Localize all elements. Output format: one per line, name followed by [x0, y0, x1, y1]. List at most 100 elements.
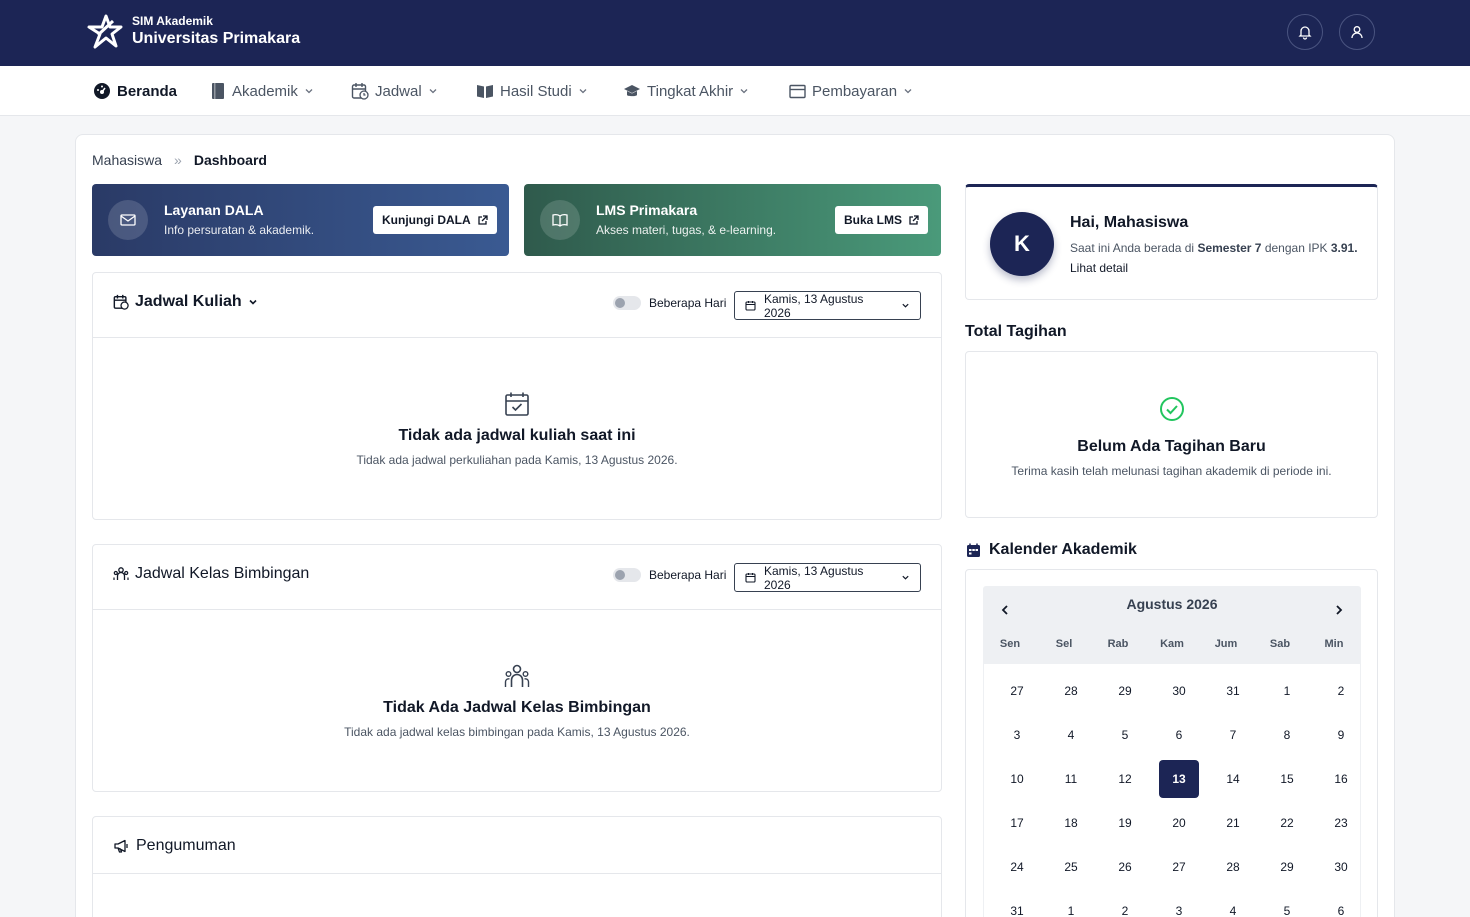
- notification-button[interactable]: [1287, 14, 1323, 50]
- calendar-day[interactable]: 5: [1105, 716, 1145, 754]
- breadcrumb-separator: »: [174, 152, 182, 168]
- calendar-day[interactable]: 10: [997, 760, 1037, 798]
- calendar-day[interactable]: 3: [997, 716, 1037, 754]
- calendar-day[interactable]: 20: [1159, 804, 1199, 842]
- nav-tingkat-akhir[interactable]: Tingkat Akhir: [623, 66, 749, 116]
- calendar-header: Agustus 2026 Sen Sel Rab Kam Jum Sab Min: [983, 586, 1361, 664]
- users-group-icon: [504, 664, 530, 687]
- calendar-day[interactable]: 31: [1213, 672, 1253, 710]
- calendar-day[interactable]: 30: [1321, 848, 1361, 886]
- calendar-dow-sen: Sen: [999, 638, 1021, 650]
- calendar-day[interactable]: 9: [1321, 716, 1361, 754]
- calendar-day[interactable]: 18: [1051, 804, 1091, 842]
- nav-akademik[interactable]: Akademik: [210, 66, 314, 116]
- banner-title: LMS Primakara: [596, 202, 698, 218]
- semester-value: Semester 7: [1197, 241, 1262, 255]
- calendar-day[interactable]: 14: [1213, 760, 1253, 798]
- calendar-day[interactable]: 17: [997, 804, 1037, 842]
- calendar-day[interactable]: 27: [1159, 848, 1199, 886]
- calendar-day[interactable]: 4: [1213, 892, 1253, 917]
- empty-state: Tidak Ada Jadwal Kelas Bimbingan Tidak a…: [93, 611, 941, 739]
- calendar-dow-sel: Sel: [1055, 638, 1073, 650]
- nav-hasil-studi[interactable]: Hasil Studi: [476, 66, 588, 116]
- calendar-clock-icon: [113, 294, 129, 310]
- calendar-day[interactable]: 11: [1051, 760, 1091, 798]
- banner-title: Layanan DALA: [164, 202, 264, 218]
- calendar-day[interactable]: 29: [1267, 848, 1307, 886]
- calendar-day[interactable]: 6: [1159, 716, 1199, 754]
- empty-title: Tidak ada jadwal kuliah saat ini: [398, 427, 636, 444]
- avatar: K: [990, 212, 1054, 276]
- lihat-detail-link[interactable]: Lihat detail: [1070, 261, 1128, 275]
- dashboard-icon: [94, 83, 110, 99]
- calendar-day[interactable]: 28: [1213, 848, 1253, 886]
- breadcrumb: Mahasiswa » Dashboard: [92, 152, 267, 168]
- section-title: Pengumuman: [136, 837, 236, 854]
- nav-pembayaran[interactable]: Pembayaran: [789, 66, 913, 116]
- section-title: Jadwal Kelas Bimbingan: [135, 565, 310, 582]
- calendar-day[interactable]: 31: [997, 892, 1037, 917]
- calendar-day[interactable]: 26: [1105, 848, 1145, 886]
- jadwal-kuliah-dropdown[interactable]: Jadwal Kuliah: [113, 293, 258, 311]
- calendar-day[interactable]: 21: [1213, 804, 1253, 842]
- beberapa-hari-toggle[interactable]: [613, 568, 641, 582]
- calendar-day[interactable]: 22: [1267, 804, 1307, 842]
- calendar-day[interactable]: 2: [1321, 672, 1361, 710]
- calendar-day[interactable]: 1: [1267, 672, 1307, 710]
- chevron-right-icon[interactable]: [1333, 604, 1345, 616]
- nav-beranda[interactable]: Beranda: [93, 66, 177, 116]
- calendar-day[interactable]: 6: [1321, 892, 1361, 917]
- chevron-down-icon: [249, 299, 257, 305]
- calendar-day[interactable]: 25: [1051, 848, 1091, 886]
- calendar-day[interactable]: 29: [1105, 672, 1145, 710]
- calendar-day[interactable]: 19: [1105, 804, 1145, 842]
- breadcrumb-parent[interactable]: Mahasiswa: [92, 152, 162, 168]
- calendar-grid: 27 28 29 30 31 1 2 3 4 5 6 7 8 9 10 11 12 13 14 15 16 17 18 19 2…: [983, 664, 1361, 917]
- book-open-icon: [552, 214, 568, 227]
- calendar-day[interactable]: 3: [1159, 892, 1199, 917]
- calendar-day[interactable]: 15: [1267, 760, 1307, 798]
- banner-subtitle: Akses materi, tugas, & e-learning.: [596, 223, 777, 237]
- calendar-day-selected[interactable]: 13: [1159, 760, 1199, 798]
- kalender-heading: Kalender Akademik: [966, 541, 1137, 559]
- profile-button[interactable]: [1339, 14, 1375, 50]
- date-picker[interactable]: Kamis, 13 Agustus 2026: [734, 563, 921, 592]
- calendar-day[interactable]: 1: [1051, 892, 1091, 917]
- chevron-down-icon: [429, 89, 437, 94]
- kunjungi-dala-button[interactable]: Kunjungi DALA: [373, 206, 497, 234]
- calendar-day[interactable]: 16: [1321, 760, 1361, 798]
- date-picker[interactable]: Kamis, 13 Agustus 2026: [734, 291, 921, 320]
- calendar-day[interactable]: 2: [1105, 892, 1145, 917]
- breadcrumb-current: Dashboard: [193, 152, 267, 168]
- open-book-icon: [477, 85, 493, 98]
- buka-lms-button[interactable]: Buka LMS: [835, 206, 929, 234]
- total-tagihan-heading: Total Tagihan: [965, 323, 1067, 340]
- calendar-day[interactable]: 28: [1051, 672, 1091, 710]
- calendar-day[interactable]: 23: [1321, 804, 1361, 842]
- calendar-dow-min: Min: [1324, 638, 1344, 650]
- calendar-day[interactable]: 24: [997, 848, 1037, 886]
- calendar-day[interactable]: 12: [1105, 760, 1145, 798]
- selected-date: Kamis, 13 Agustus 2026: [764, 291, 864, 320]
- tagihan-subtitle: Terima kasih telah melunasi tagihan akad…: [1011, 464, 1332, 478]
- brand-subtitle: SIM Akademik: [132, 14, 213, 28]
- chevron-down-icon: [579, 89, 587, 94]
- jadwal-kuliah-card: Jadwal Kuliah Beberapa Hari Kamis, 13 Ag…: [92, 272, 942, 520]
- graduation-cap-icon: [624, 85, 640, 97]
- calendar-day[interactable]: 8: [1267, 716, 1307, 754]
- calendar-day[interactable]: 4: [1051, 716, 1091, 754]
- calendar-dow-kam: Kam: [1160, 638, 1184, 650]
- beberapa-hari-toggle[interactable]: [613, 296, 641, 310]
- profile-description: Saat ini Anda berada di Semester 7 denga…: [1070, 241, 1358, 275]
- wallet-icon: [789, 84, 806, 98]
- calendar-icon: [745, 301, 756, 311]
- calendar-day[interactable]: 5: [1267, 892, 1307, 917]
- calendar-day[interactable]: 30: [1159, 672, 1199, 710]
- calendar-day[interactable]: 7: [1213, 716, 1253, 754]
- check-circle-icon: [1159, 397, 1184, 421]
- brand[interactable]: SIM Akademik Universitas Primakara: [86, 13, 300, 51]
- calendar-icon: [967, 543, 980, 557]
- calendar-day[interactable]: 27: [997, 672, 1037, 710]
- calendar-check-icon: [505, 392, 529, 416]
- nav-jadwal[interactable]: Jadwal: [351, 66, 438, 116]
